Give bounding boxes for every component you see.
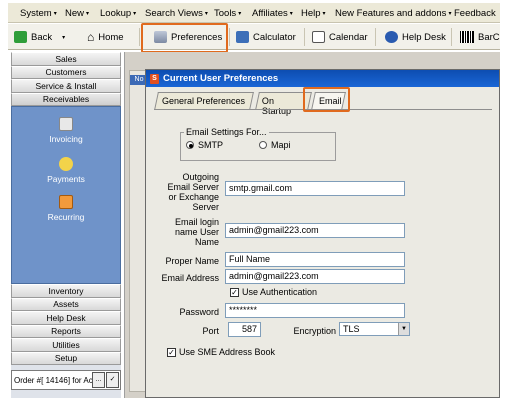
password-field[interactable]: ******** [225,303,405,318]
email-address-label: Email Address [161,273,219,283]
menu-affiliates[interactable]: Affiliates ▾ [252,8,293,19]
dialog-title-bar: S Current User Preferences [146,70,499,87]
email-settings-legend: Email Settings For... [186,127,267,137]
preferences-highlight [141,23,228,53]
barcode-icon [460,31,474,43]
email-settings-group: Email Settings For... SMTP Mapi [180,127,336,161]
sidebar-item-utilities[interactable]: Utilities [11,338,121,352]
checkmark-icon[interactable]: ✓ [106,372,119,388]
radio-selected-icon [186,141,194,149]
tab-general-preferences[interactable]: General Preferences [154,92,254,110]
chevron-down-icon: ▼ [398,323,409,335]
menu-feedback[interactable]: Feedback [454,8,496,19]
mapi-radio[interactable]: Mapi [259,140,291,150]
sidebar-item-customers[interactable]: Customers [11,65,121,79]
checkbox-checked-icon: ✓ [167,347,176,357]
use-sme-address-book-checkbox[interactable]: ✓ Use SME Address Book [167,347,275,357]
toolbar-divider [451,28,452,46]
toolbar-divider [304,28,305,46]
app-logo-icon: S [150,73,159,84]
toolbar-divider [229,28,230,46]
invoice-icon [59,117,73,131]
login-name-label: Email login name User Name [174,217,219,247]
encryption-label: Encryption [293,326,336,336]
home-button[interactable]: ⌂ Home [87,28,124,46]
menu-system[interactable]: System ▾ [20,8,57,19]
menu-help[interactable]: Help ▾ [301,8,326,19]
home-icon: ⌂ [87,30,95,44]
sidebar-sub-payments[interactable]: Payments [12,157,120,184]
radio-unselected-icon [259,141,267,149]
sidebar: Sales Customers Service & Install Receiv… [11,52,121,398]
order-selector[interactable]: Order #[ 14146] for Ac ... ✓ [11,370,121,390]
email-address-field[interactable]: admin@gmail223.com [225,269,405,284]
user-preferences-dialog: S Current User Preferences General Prefe… [145,69,500,398]
password-label: Password [179,307,219,317]
chevron-down-icon: ▾ [62,34,66,41]
receivables-panel: Invoicing Payments Recurring [11,106,121,284]
outgoing-server-label: Outgoing Email Server or Exchange Server [167,172,219,212]
sidebar-item-setup[interactable]: Setup [11,351,121,365]
payments-icon [59,157,73,171]
calendar-icon [312,31,325,43]
back-button[interactable]: Back ▾ [14,28,65,46]
login-name-field[interactable]: admin@gmail223.com [225,223,405,238]
calculator-button[interactable]: Calculator [236,28,296,46]
port-field[interactable]: 587 [228,322,261,337]
smtp-radio[interactable]: SMTP [186,140,223,150]
sidebar-sub-recurring[interactable]: Recurring [12,195,120,222]
sidebar-item-reports[interactable]: Reports [11,324,121,338]
sidebar-item-help-desk[interactable]: Help Desk [11,311,121,325]
sidebar-item-inventory[interactable]: Inventory [11,284,121,298]
checkbox-checked-icon: ✓ [230,287,239,297]
sidebar-item-assets[interactable]: Assets [11,297,121,311]
proper-name-label: Proper Name [165,256,219,266]
sidebar-sub-invoicing[interactable]: Invoicing [12,117,120,144]
sidebar-item-receivables[interactable]: Receivables [11,92,121,106]
outgoing-server-field[interactable]: smtp.gmail.com [225,181,405,196]
back-arrow-icon [14,31,27,43]
toolbar-divider [375,28,376,46]
menu-tools[interactable]: Tools ▾ [214,8,241,19]
menu-new[interactable]: New ▾ [65,8,89,19]
menu-lookup[interactable]: Lookup ▾ [100,8,136,19]
use-authentication-checkbox[interactable]: ✓ Use Authentication [230,287,317,297]
menu-search-views[interactable]: Search Views ▾ [145,8,208,19]
sidebar-item-sales[interactable]: Sales [11,52,121,66]
email-tab-highlight [303,87,350,112]
encryption-select[interactable]: TLS ▼ [339,322,410,336]
sidebar-item-service-install[interactable]: Service & Install [11,79,121,93]
proper-name-field[interactable]: Full Name [225,252,405,267]
port-label: Port [202,326,219,336]
barcode-button[interactable]: BarC [460,28,500,46]
calculator-icon [236,31,249,43]
recurring-icon [59,195,73,209]
order-browse-button[interactable]: ... [92,372,105,388]
toolbar-divider [139,28,140,46]
menu-bar: System ▾ New ▾ Lookup ▾ Search Views ▾ Tools… [8,3,500,23]
toolbar: Back ▾ ⌂ Home Preferences Calculator Cal… [8,24,500,50]
order-text: Order #[ 14146] for Ac [14,375,92,385]
help-desk-button[interactable]: Help Desk [385,28,446,46]
help-icon [385,31,398,43]
dialog-title: Current User Preferences [163,73,279,84]
calendar-button[interactable]: Calendar [312,28,368,46]
menu-new-features[interactable]: New Features and addons ▾ [335,8,451,19]
